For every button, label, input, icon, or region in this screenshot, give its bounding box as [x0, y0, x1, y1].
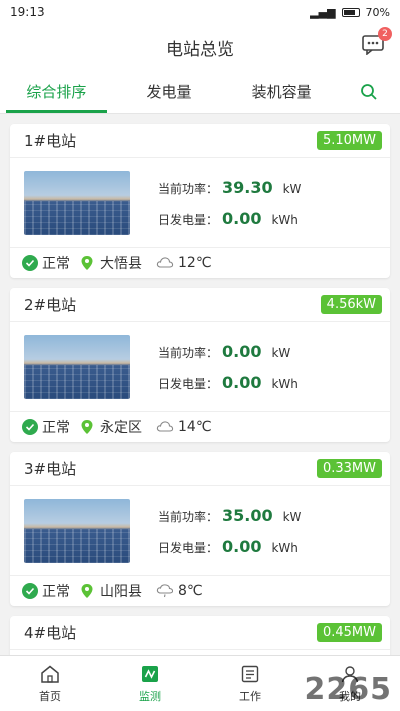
capacity-badge: 4.56kW	[320, 295, 382, 314]
current-power-value: 0.00	[222, 341, 262, 361]
search-icon	[361, 83, 377, 100]
current-power-row: 当前功率： 39.30 kW	[158, 178, 301, 197]
tab-capacity[interactable]: 装机容量	[225, 70, 338, 113]
daily-generation-value: 0.00	[222, 536, 262, 556]
daily-generation-label: 日发电量：	[158, 376, 219, 391]
station-weather: 8℃	[178, 583, 203, 599]
current-power-unit: kW	[282, 181, 302, 196]
station-name: 3#电站	[24, 460, 77, 478]
current-power-value: 35.00	[222, 505, 273, 525]
current-power-row: 当前功率： 0.00 kW	[158, 342, 298, 361]
daily-generation-row: 日发电量： 0.00 kWh	[158, 209, 301, 228]
current-power-row: 当前功率： 35.00 kW	[158, 506, 301, 525]
station-photo	[24, 498, 130, 563]
station-card[interactable]: 2#电站 4.56kW 当前功率： 0.00 kW 日发电量： 0.00 kWh	[10, 288, 390, 442]
location-pin-icon	[80, 255, 96, 271]
location-pin-icon	[80, 419, 96, 435]
current-power-unit: kW	[271, 345, 291, 360]
nav-work[interactable]: 工作	[200, 664, 300, 704]
station-card-footer: 正常 山阳县 8℃	[10, 576, 390, 606]
daily-generation-value: 0.00	[222, 372, 262, 392]
station-name: 1#电站	[24, 132, 77, 150]
daily-generation-row: 日发电量： 0.00 kWh	[158, 537, 301, 556]
station-location: 大悟县	[100, 256, 142, 272]
station-photo	[24, 334, 130, 399]
tab-overall[interactable]: 综合排序	[0, 70, 113, 113]
daily-generation-label: 日发电量：	[158, 540, 219, 555]
daily-generation-unit: kWh	[271, 212, 298, 227]
daily-generation-label: 日发电量：	[158, 212, 219, 227]
nav-home[interactable]: 首页	[0, 664, 100, 704]
nav-monitor-label: 监测	[139, 689, 161, 703]
station-status: 正常	[42, 420, 70, 436]
rain-cloud-icon	[156, 584, 174, 598]
station-card-body: 当前功率： 35.00 kW 日发电量： 0.00 kWh	[10, 486, 390, 576]
station-weather: 12℃	[178, 255, 212, 271]
capacity-badge: 5.10MW	[316, 131, 382, 150]
watermark-logo: 2265	[304, 672, 392, 707]
current-power-value: 39.30	[222, 177, 273, 197]
station-location: 永定区	[100, 420, 142, 436]
location-pin-icon	[80, 583, 96, 599]
station-card-body: 当前功率： 0.00 kW 日发电量： 0.00 kWh	[10, 322, 390, 412]
daily-generation-value: 0.00	[222, 208, 262, 228]
nav-work-label: 工作	[239, 689, 261, 703]
station-name: 2#电站	[24, 296, 77, 314]
station-card-header: 3#电站 0.33MW	[10, 452, 390, 486]
signal-icon: ▂▄▆	[310, 5, 336, 19]
current-power-label: 当前功率：	[158, 181, 219, 196]
daily-generation-unit: kWh	[271, 540, 298, 555]
check-circle-icon	[22, 419, 38, 435]
station-card-body: 当前功率： 39.30 kW 日发电量： 0.00 kWh	[10, 158, 390, 248]
home-icon	[39, 664, 61, 684]
station-metrics: 当前功率： 0.00 kW 日发电量： 0.00 kWh	[158, 342, 298, 392]
station-card-footer: 正常 大悟县 12℃	[10, 248, 390, 278]
tab-generation[interactable]: 发电量	[113, 70, 226, 113]
station-weather: 14℃	[178, 419, 212, 435]
status-icons: ▂▄▆ 70%	[310, 6, 390, 19]
work-icon	[239, 664, 261, 684]
battery-percent: 70%	[365, 5, 390, 19]
station-card-header: 2#电站 4.56kW	[10, 288, 390, 322]
nav-monitor[interactable]: 监测	[100, 664, 200, 704]
station-card-header: 4#电站 0.45MW	[10, 616, 390, 650]
message-button[interactable]: 2	[362, 27, 392, 57]
capacity-badge: 0.33MW	[316, 459, 382, 478]
station-list: 1#电站 5.10MW 当前功率： 39.30 kW 日发电量： 0.00 kW…	[0, 114, 400, 666]
capacity-badge: 0.45MW	[316, 623, 382, 642]
check-circle-icon	[22, 583, 38, 599]
station-photo	[24, 170, 130, 235]
current-power-label: 当前功率：	[158, 345, 219, 360]
daily-generation-row: 日发电量： 0.00 kWh	[158, 373, 298, 392]
search-button[interactable]	[338, 70, 400, 113]
daily-generation-unit: kWh	[271, 376, 298, 391]
current-power-unit: kW	[282, 509, 302, 524]
station-status: 正常	[42, 256, 70, 272]
status-time: 19:13	[10, 5, 45, 19]
station-metrics: 当前功率： 35.00 kW 日发电量： 0.00 kWh	[158, 506, 301, 556]
message-badge: 2	[378, 27, 392, 41]
station-card[interactable]: 3#电站 0.33MW 当前功率： 35.00 kW 日发电量： 0.00 kW…	[10, 452, 390, 606]
station-card-header: 1#电站 5.10MW	[10, 124, 390, 158]
page-title: 电站总览	[166, 39, 234, 60]
current-power-label: 当前功率：	[158, 509, 219, 524]
station-card-footer: 正常 永定区 14℃	[10, 412, 390, 442]
status-bar: 19:13 ▂▄▆ 70%	[0, 0, 400, 24]
station-card[interactable]: 1#电站 5.10MW 当前功率： 39.30 kW 日发电量： 0.00 kW…	[10, 124, 390, 278]
cloud-icon	[156, 256, 174, 270]
station-status: 正常	[42, 584, 70, 600]
monitor-icon	[139, 664, 161, 684]
app-header: 电站总览 2	[0, 24, 400, 70]
station-metrics: 当前功率： 39.30 kW 日发电量： 0.00 kWh	[158, 178, 301, 228]
sort-tabs: 综合排序 发电量 装机容量	[0, 70, 400, 114]
station-name: 4#电站	[24, 624, 77, 642]
cloud-icon	[156, 420, 174, 434]
nav-home-label: 首页	[39, 689, 61, 703]
check-circle-icon	[22, 255, 38, 271]
battery-icon	[341, 7, 360, 17]
station-location: 山阳县	[100, 584, 142, 600]
